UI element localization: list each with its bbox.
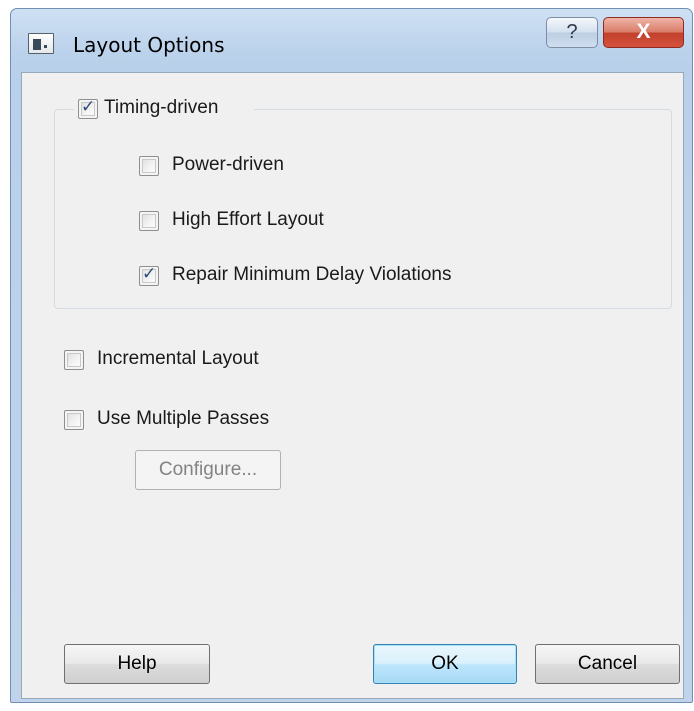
use-multiple-passes-checkbox[interactable] — [64, 410, 84, 430]
high-effort-layout-label: High Effort Layout — [172, 209, 324, 230]
ok-button[interactable]: OK — [373, 644, 517, 684]
repair-min-delay-checkbox[interactable] — [139, 264, 159, 286]
cancel-button[interactable]: Cancel — [535, 644, 680, 684]
configure-button[interactable]: Configure... — [135, 450, 281, 490]
close-icon: X — [636, 20, 651, 43]
help-button[interactable]: Help — [64, 644, 210, 684]
repair-min-delay-label: Repair Minimum Delay Violations — [172, 264, 452, 285]
timing-driven-label: Timing-driven — [104, 97, 219, 118]
dialog-title: Layout Options — [73, 33, 225, 57]
power-driven-label: Power-driven — [172, 154, 284, 175]
high-effort-layout-checkbox[interactable] — [139, 211, 159, 231]
close-button[interactable]: X — [603, 17, 684, 48]
dialog-window: Layout Options ? X Timing-driven Power-d… — [10, 8, 693, 703]
question-mark-icon: ? — [566, 21, 578, 43]
dialog-body: Timing-driven Power-driven High Effort L… — [21, 72, 684, 699]
power-driven-checkbox[interactable] — [139, 156, 159, 176]
incremental-layout-label: Incremental Layout — [97, 348, 259, 369]
timing-driven-checkbox[interactable] — [78, 97, 98, 119]
use-multiple-passes-label: Use Multiple Passes — [97, 408, 270, 429]
incremental-layout-checkbox[interactable] — [64, 350, 84, 370]
app-window-icon — [28, 33, 54, 54]
help-caption-button[interactable]: ? — [546, 17, 598, 48]
title-bar[interactable]: Layout Options ? X — [11, 9, 692, 71]
